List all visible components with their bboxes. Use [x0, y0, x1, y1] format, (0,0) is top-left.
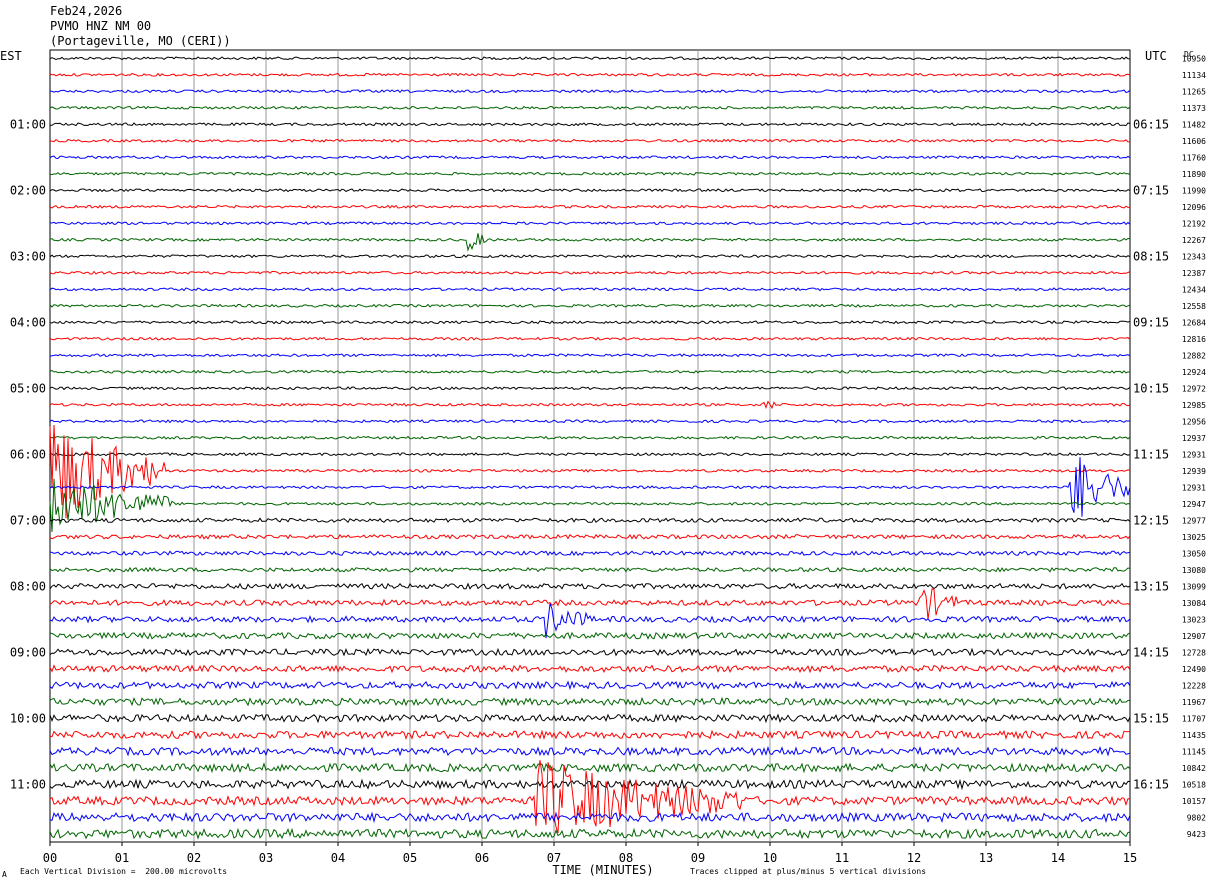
dc-offset-label: 12882 [1182, 351, 1206, 360]
plot-frame [49, 49, 1131, 843]
dc-offset-label: 13080 [1182, 566, 1206, 575]
left-hour-label: 09:00 [10, 645, 46, 659]
dc-offset-label: 12434 [1182, 285, 1206, 294]
right-hour-label: 16:15 [1133, 777, 1169, 791]
x-tick-label: 11 [835, 851, 849, 865]
dc-offset-label: 12684 [1182, 318, 1206, 327]
scale-note: Each Vertical Division = 200.00 microvol… [20, 867, 228, 876]
dc-offset-label: 12947 [1182, 500, 1206, 509]
dc-offset-label: 12931 [1182, 450, 1206, 459]
right-hour-label: 15:15 [1133, 711, 1169, 725]
dc-offset-label: 10518 [1182, 780, 1206, 789]
dc-offset-label: 12985 [1182, 401, 1206, 410]
dc-offset-label: 12096 [1182, 203, 1206, 212]
x-axis-label: TIME (MINUTES) [552, 863, 653, 877]
dc-offset-label: 11760 [1182, 153, 1206, 162]
dc-offset-label: 12972 [1182, 384, 1206, 393]
left-hour-label: 11:00 [10, 777, 46, 791]
right-hour-label: 10:15 [1133, 381, 1169, 395]
dc-offset-label: 11145 [1182, 747, 1206, 756]
dc-offset-label: 11482 [1182, 120, 1206, 129]
dc-offset-label: 11134 [1182, 71, 1206, 80]
dc-offset-label: 10950 [1182, 54, 1206, 63]
dc-offset-label: 11990 [1182, 186, 1206, 195]
right-hour-label: 13:15 [1133, 579, 1169, 593]
x-tick-label: 14 [1051, 851, 1065, 865]
dc-offset-label: 12728 [1182, 648, 1206, 657]
dc-offset-label: 13084 [1182, 599, 1206, 608]
x-tick-label: 12 [907, 851, 921, 865]
left-hour-label: 01:00 [10, 117, 46, 131]
left-hour-label: 02:00 [10, 183, 46, 197]
right-hour-label: 12:15 [1133, 513, 1169, 527]
right-hour-label: 07:15 [1133, 183, 1169, 197]
left-hour-label: 06:00 [10, 447, 46, 461]
dc-offset-label: 11435 [1182, 731, 1206, 740]
clip-note: Traces clipped at plus/minus 5 vertical … [690, 867, 927, 876]
right-hour-label: 06:15 [1133, 117, 1169, 131]
right-timezone-label: UTC [1145, 49, 1167, 63]
dc-offset-label: 11606 [1182, 137, 1206, 146]
x-tick-label: 01 [115, 851, 129, 865]
dc-offset-label: 13025 [1182, 533, 1206, 542]
left-hour-label: 07:00 [10, 513, 46, 527]
x-tick-label: 05 [403, 851, 417, 865]
dc-offset-label: 13023 [1182, 615, 1206, 624]
x-tick-label: 04 [331, 851, 345, 865]
left-hour-label: 10:00 [10, 711, 46, 725]
dc-offset-label: 12977 [1182, 516, 1206, 525]
x-tick-label: 13 [979, 851, 993, 865]
dc-offset-label: 12939 [1182, 467, 1206, 476]
x-tick-label: 10 [763, 851, 777, 865]
dc-offset-label: 13050 [1182, 549, 1206, 558]
x-tick-label: 06 [475, 851, 489, 865]
x-tick-label: 15 [1123, 851, 1137, 865]
x-tick-label: 02 [187, 851, 201, 865]
x-tick-label: 09 [691, 851, 705, 865]
left-hour-label: 04:00 [10, 315, 46, 329]
right-hour-label: 09:15 [1133, 315, 1169, 329]
right-hour-label: 08:15 [1133, 249, 1169, 263]
dc-offset-label: 11265 [1182, 87, 1206, 96]
dc-offset-label: 13099 [1182, 582, 1206, 591]
left-hour-label: 03:00 [10, 249, 46, 263]
dc-offset-label: 12816 [1182, 335, 1206, 344]
dc-offset-label: 12924 [1182, 368, 1206, 377]
x-tick-label: 00 [43, 851, 57, 865]
dc-offset-label: 12228 [1182, 681, 1206, 690]
dc-offset-label: 12956 [1182, 417, 1206, 426]
dc-offset-label: 12192 [1182, 219, 1206, 228]
right-hour-label: 11:15 [1133, 447, 1169, 461]
left-hour-label: 05:00 [10, 381, 46, 395]
left-timezone-label: EST [0, 49, 22, 63]
dc-offset-label: 11373 [1182, 104, 1206, 113]
dc-offset-label: 11967 [1182, 698, 1206, 707]
dc-offset-label: 12558 [1182, 302, 1206, 311]
dc-offset-label: 9423 [1187, 830, 1206, 839]
corner-mark: A [2, 870, 7, 879]
left-hour-label: 08:00 [10, 579, 46, 593]
dc-offset-label: 12931 [1182, 483, 1206, 492]
right-hour-label: 14:15 [1133, 645, 1169, 659]
dc-offset-label: 10157 [1182, 797, 1206, 806]
dc-offset-label: 12490 [1182, 665, 1206, 674]
seismogram-plot: EST UTC DC01:0002:0003:0004:0005:0006:0007… [0, 49, 1206, 877]
dc-offset-label: 12937 [1182, 434, 1206, 443]
dc-offset-label: 12907 [1182, 632, 1206, 641]
dc-offset-label: 12387 [1182, 269, 1206, 278]
dc-offset-label: 10842 [1182, 764, 1206, 773]
dc-offset-label: 11890 [1182, 170, 1206, 179]
x-tick-label: 03 [259, 851, 273, 865]
dc-offset-label: 12267 [1182, 236, 1206, 245]
dc-offset-label: 12343 [1182, 252, 1206, 261]
dc-offset-label: 9802 [1187, 813, 1206, 822]
dc-offset-label: 11707 [1182, 714, 1206, 723]
